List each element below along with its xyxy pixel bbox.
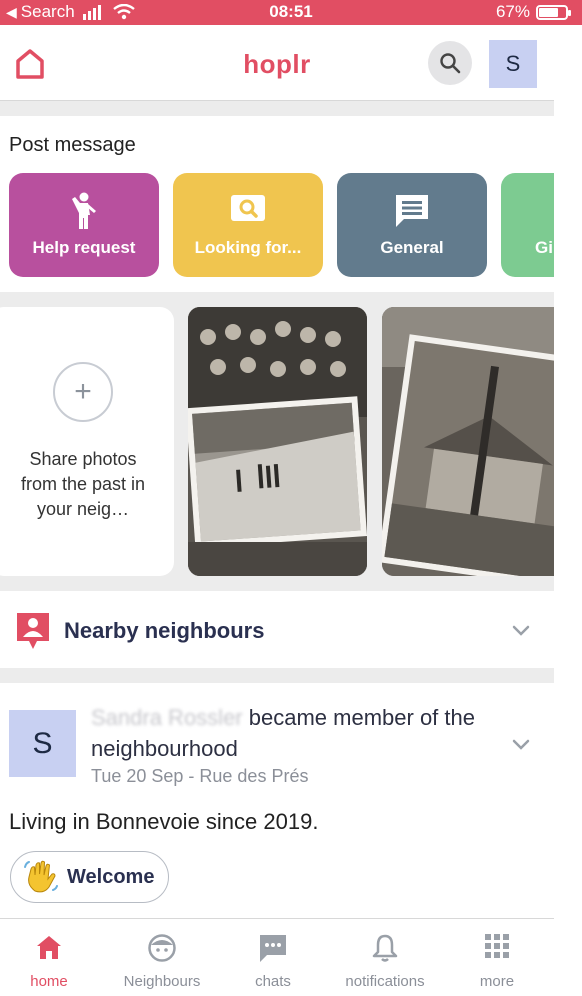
looking-for-tile[interactable]: Looking for... (173, 173, 323, 277)
search-icon (440, 53, 461, 74)
clock: 08:51 (269, 2, 313, 21)
divider (0, 668, 554, 683)
person-waving-icon (72, 192, 96, 229)
grid-icon (485, 934, 509, 958)
neighbour-face-icon (148, 934, 176, 962)
welcome-button[interactable]: Welcome (10, 851, 169, 903)
nav-chats[interactable]: chats (218, 919, 328, 996)
gift-tile[interactable]: Gi (501, 173, 554, 277)
add-photo-icon: + (53, 362, 113, 422)
nav-more-label: more (479, 973, 515, 990)
chevron-down-icon[interactable] (511, 620, 531, 640)
old-photo-group-canal[interactable] (188, 307, 367, 576)
chat-bubble-icon (260, 935, 286, 962)
help-request-label: Help request (32, 238, 136, 257)
gift-label: Gi (535, 238, 553, 257)
user-avatar[interactable]: S (489, 40, 537, 88)
nav-neighbours-label: Neighbours (123, 973, 201, 990)
divider (0, 101, 554, 116)
home-icon (37, 936, 61, 959)
share-photos-text: Share photos from the past in your neig… (20, 449, 146, 519)
search-button[interactable] (428, 41, 472, 85)
vintage-photo-image (188, 307, 367, 576)
search-box-icon (231, 195, 265, 221)
vintage-photo-image (382, 307, 554, 576)
nav-neighbours[interactable]: Neighbours (107, 919, 217, 996)
battery-icon (536, 4, 571, 20)
status-bar: ◀ Search 08:51 67% (0, 0, 582, 25)
nearby-neighbours-section[interactable]: Nearby neighbours (0, 591, 554, 668)
nav-notifications-label: notifications (345, 973, 425, 990)
member-avatar[interactable]: S (9, 710, 76, 777)
chat-icon (396, 195, 428, 227)
neighbour-pin-icon (17, 613, 49, 649)
battery-percent: 67% (495, 2, 530, 21)
nav-chats-label: chats (255, 973, 291, 990)
general-tile[interactable]: General (337, 173, 487, 277)
bottom-navigation: home Neighbours chats notifications more (0, 918, 554, 996)
nav-home-label: home (30, 973, 68, 990)
help-request-tile[interactable]: Help request (9, 173, 159, 277)
waving-hand-icon (24, 860, 58, 893)
old-photo-farmhouse[interactable] (382, 307, 554, 576)
feed-meta: Tue 20 Sep - Rue des Prés (91, 766, 309, 786)
chevron-down-icon[interactable] (511, 734, 531, 754)
share-photos-card[interactable]: + Share photos from the past in your nei… (0, 307, 174, 576)
nav-notifications[interactable]: notifications (330, 919, 440, 996)
general-label: General (380, 238, 444, 257)
nav-home[interactable]: home (0, 919, 104, 996)
feed-body: Living in Bonnevoie since 2019. (9, 809, 319, 834)
app-header: hoplr S (0, 25, 554, 101)
member-name[interactable]: Sandra Rossler (91, 705, 243, 730)
feed-headline: Sandra Rossler became member of the neig… (91, 702, 501, 764)
nav-more[interactable]: more (442, 919, 552, 996)
bell-icon (372, 934, 398, 962)
welcome-label: Welcome (67, 865, 155, 888)
post-message-title: Post message (9, 134, 136, 156)
looking-for-label: Looking for... (194, 238, 302, 257)
nearby-neighbours-title: Nearby neighbours (64, 618, 265, 643)
